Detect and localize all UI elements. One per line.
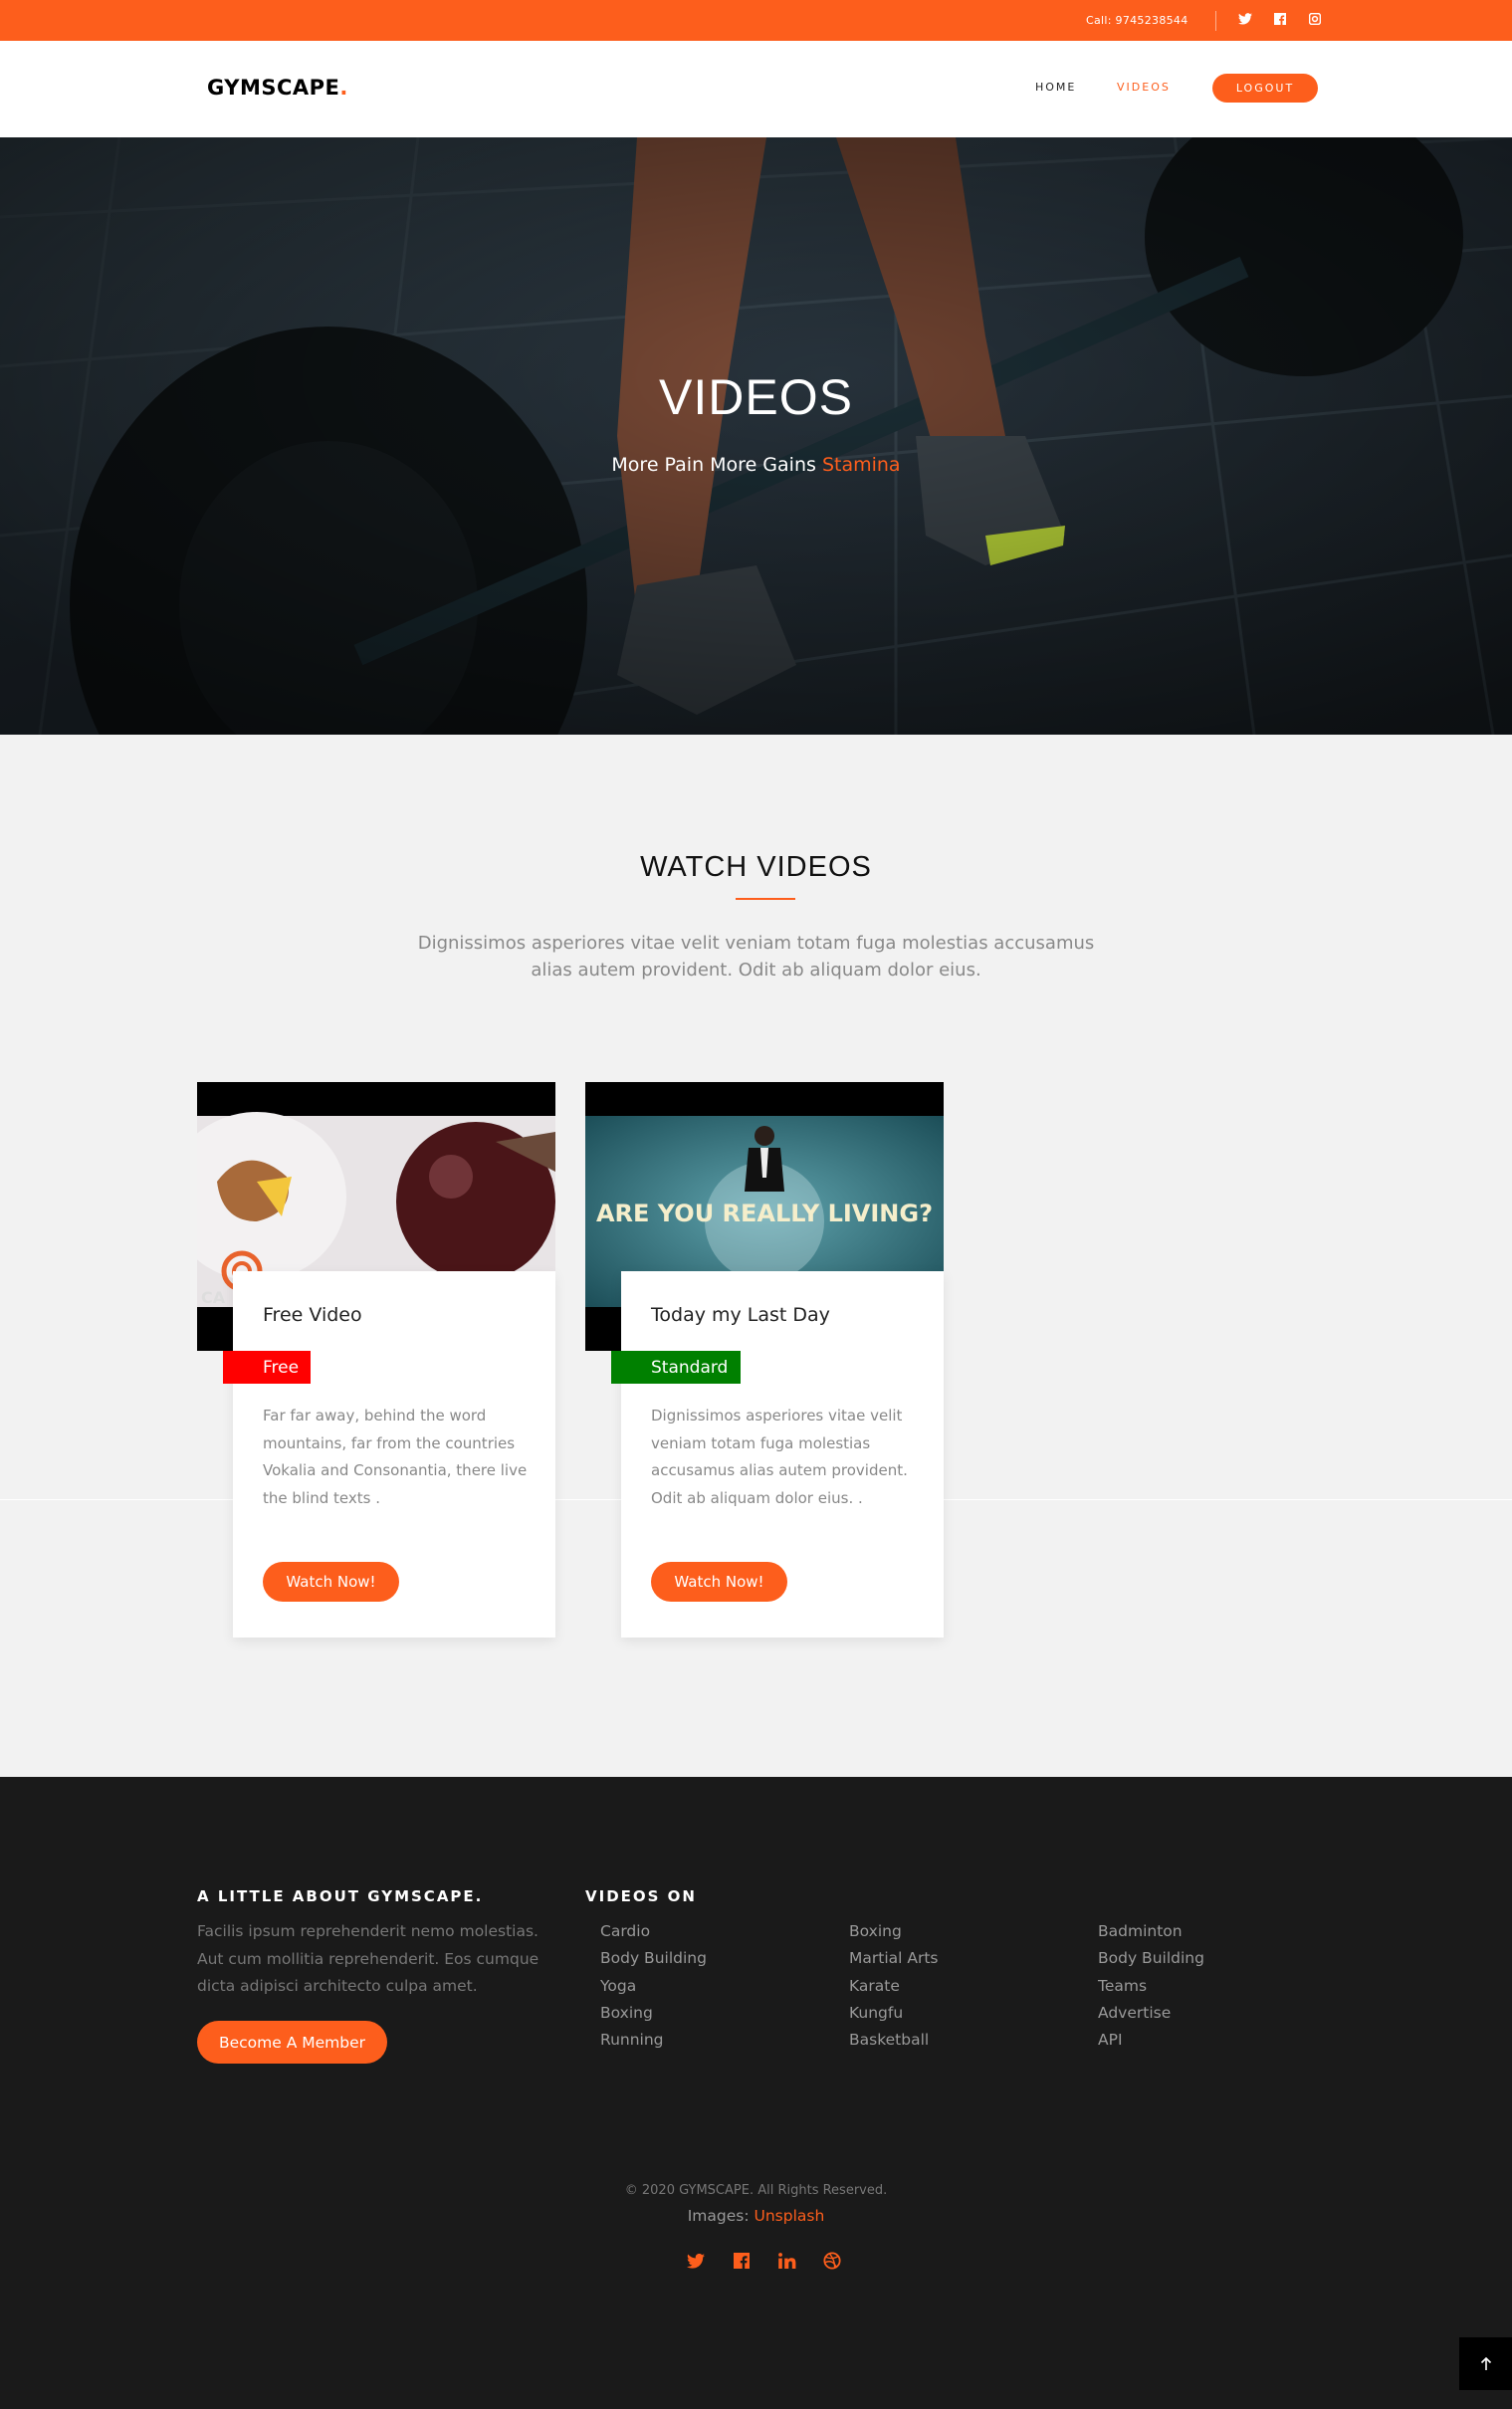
section-title-underline	[736, 898, 795, 900]
footer-about-text: Facilis ipsum reprehenderit nemo molesti…	[197, 1922, 540, 1995]
footer-link[interactable]: Teams	[1098, 1973, 1204, 2000]
footer-link[interactable]: Yoga	[600, 1973, 707, 2000]
hero-subtitle: More Pain More Gains Stamina	[611, 454, 901, 476]
footer-link[interactable]: Body Building	[1098, 1945, 1204, 1972]
logout-button[interactable]: LOGOUT	[1212, 74, 1318, 103]
footer-about-heading: A LITTLE ABOUT GYMSCAPE.	[197, 1887, 484, 1905]
footer-videos-heading: VIDEOS ON	[585, 1887, 697, 1905]
footer-links-col1: Cardio Body Building Yoga Boxing Running	[600, 1918, 707, 2054]
footer-link[interactable]: Body Building	[600, 1945, 707, 1972]
facebook-icon[interactable]	[1272, 11, 1288, 27]
hero-background-image	[0, 137, 1512, 735]
thumbnail-caption: ARE YOU REALLY LIVING?	[596, 1200, 933, 1227]
copyright-text: © 2020 GYMSCAPE. All Rights Reserved.	[624, 2183, 888, 2198]
dribbble-icon[interactable]	[821, 2250, 843, 2272]
watch-now-button[interactable]: Watch Now!	[263, 1562, 399, 1602]
footer-link[interactable]: Martial Arts	[849, 1945, 939, 1972]
site-header: GYMSCAPE. HOME VIDEOS LOGOUT	[0, 41, 1512, 137]
twitter-icon[interactable]	[685, 2250, 707, 2272]
footer-link[interactable]: Kungfu	[849, 2000, 939, 2027]
footer-links-col3: Badminton Body Building Teams Advertise …	[1098, 1918, 1204, 2054]
section-title: WATCH VIDEOS	[640, 851, 872, 883]
watch-now-button[interactable]: Watch Now!	[651, 1562, 787, 1602]
nav-home[interactable]: HOME	[1035, 81, 1076, 94]
footer-link[interactable]: Basketball	[849, 2027, 939, 2054]
video-card-standard: Today my Last Day Dignissimos asperiores…	[621, 1271, 944, 1638]
footer-link[interactable]: Boxing	[600, 2000, 707, 2027]
hero-subtitle-accent: Stamina	[821, 454, 901, 476]
topbar-divider	[1215, 11, 1216, 31]
plan-badge-free: Free	[223, 1351, 311, 1384]
footer-links-col2: Boxing Martial Arts Karate Kungfu Basket…	[849, 1918, 939, 2054]
card-description: Far far away, behind the word mountains,…	[263, 1407, 528, 1507]
card-title[interactable]: Free Video	[263, 1304, 362, 1326]
twitter-icon[interactable]	[1237, 11, 1253, 27]
site-footer: A LITTLE ABOUT GYMSCAPE. Facilis ipsum r…	[0, 1777, 1512, 2409]
footer-link[interactable]: Karate	[849, 1973, 939, 2000]
linkedin-icon[interactable]	[776, 2250, 798, 2272]
arrow-up-icon	[1480, 2356, 1491, 2370]
hero-title: VIDEOS	[659, 369, 853, 425]
footer-link[interactable]: Cardio	[600, 1918, 707, 1945]
plan-badge-standard: Standard	[611, 1351, 741, 1384]
thumbnail-caption: CA	[201, 1288, 226, 1307]
card-title[interactable]: Today my Last Day	[651, 1304, 830, 1326]
footer-link[interactable]: API	[1098, 2027, 1204, 2054]
phone-number[interactable]: Call: 9745238544	[1086, 14, 1188, 27]
image-credit: Images: Unsplash	[687, 2207, 825, 2225]
site-logo[interactable]: GYMSCAPE.	[207, 76, 348, 100]
card-description: Dignissimos asperiores vitae velit venia…	[651, 1407, 908, 1507]
top-bar: Call: 9745238544	[0, 0, 1512, 41]
video-card-free: Free Video Far far away, behind the word…	[233, 1271, 555, 1638]
footer-link[interactable]: Badminton	[1098, 1918, 1204, 1945]
instagram-icon[interactable]	[1307, 11, 1323, 27]
footer-link[interactable]: Running	[600, 2027, 707, 2054]
nav-videos[interactable]: VIDEOS	[1117, 81, 1171, 94]
scroll-to-top-button[interactable]	[1459, 2337, 1512, 2390]
become-member-button[interactable]: Become A Member	[197, 2021, 387, 2064]
footer-link[interactable]: Boxing	[849, 1918, 939, 1945]
hero-banner: VIDEOS More Pain More Gains Stamina	[0, 137, 1512, 735]
unsplash-link[interactable]: Unsplash	[754, 2207, 824, 2225]
facebook-icon[interactable]	[731, 2250, 753, 2272]
footer-link[interactable]: Advertise	[1098, 2000, 1204, 2027]
section-description: Dignissimos asperiores vitae velit venia…	[417, 933, 1095, 981]
